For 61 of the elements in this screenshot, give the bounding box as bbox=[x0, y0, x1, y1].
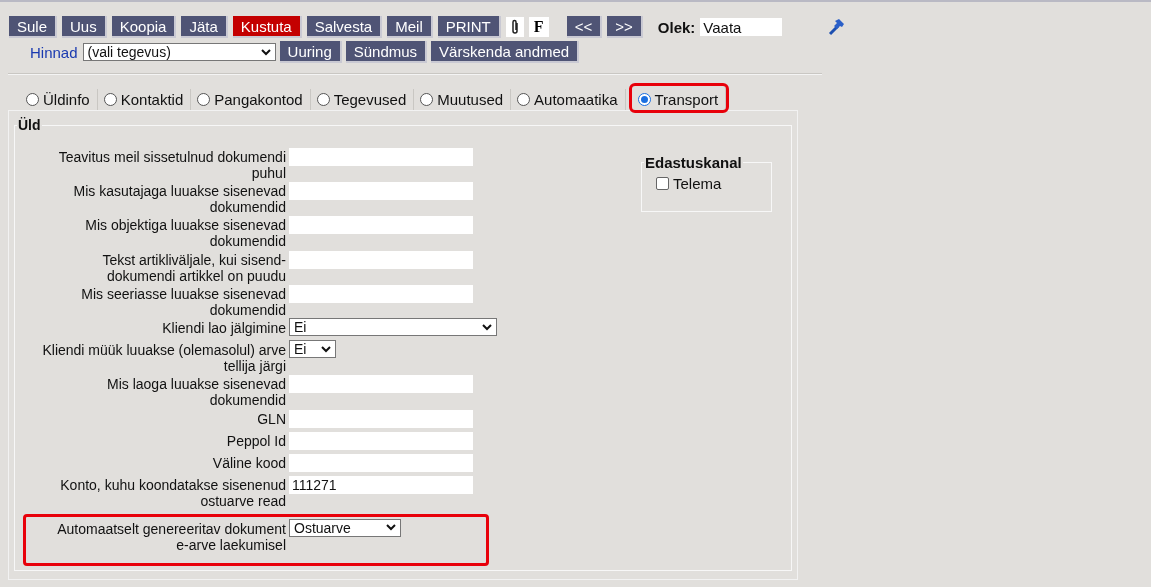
text-field[interactable] bbox=[289, 182, 473, 201]
field-label: Kliendi müük luuakse (olemasolul) arve tellija järgi bbox=[41, 341, 287, 377]
tab[interactable]: Tegevused bbox=[310, 89, 415, 110]
field-label: Mis objektiga luuakse sisenevad dokumendid bbox=[84, 216, 287, 252]
tab[interactable]: Automaatika bbox=[511, 89, 626, 110]
text-field[interactable] bbox=[289, 250, 473, 269]
chevron-down-icon bbox=[386, 524, 396, 532]
toolbar-button[interactable]: Meil bbox=[387, 16, 433, 38]
prices-link[interactable]: Hinnad bbox=[30, 43, 78, 61]
toolbar-button[interactable]: Koopia bbox=[111, 16, 177, 38]
text-field[interactable] bbox=[289, 216, 473, 235]
chevron-down-icon bbox=[482, 323, 492, 331]
nav-button[interactable]: >> bbox=[607, 16, 643, 38]
section-title: Üld bbox=[17, 117, 42, 133]
field-label: Mis laoga luuakse sisenevad dokumendid bbox=[106, 375, 287, 411]
toolbar-button[interactable]: Sule bbox=[9, 16, 58, 38]
dropdown[interactable]: Ei bbox=[289, 340, 336, 359]
text-field[interactable] bbox=[289, 431, 473, 450]
field-label: GLN bbox=[256, 409, 287, 429]
dropdown[interactable]: Ostuarve bbox=[289, 518, 401, 537]
field-label: Mis seeriasse luuakse sisenevad dokumendid bbox=[80, 284, 287, 320]
tab[interactable]: Transport bbox=[631, 86, 727, 110]
nav-button[interactable]: << bbox=[566, 16, 603, 38]
text-field[interactable] bbox=[289, 453, 473, 472]
action-button[interactable]: Uuring bbox=[279, 41, 342, 63]
status-label: Olek: bbox=[657, 18, 696, 36]
status-field[interactable]: Vaata bbox=[700, 18, 783, 36]
dropdown[interactable]: Ei bbox=[289, 318, 497, 337]
toolbar-button[interactable]: Uus bbox=[62, 16, 107, 38]
font-button[interactable]: F bbox=[528, 17, 549, 37]
checkbox[interactable] bbox=[656, 177, 669, 190]
field-label: Tekst artikliväljale, kui sisend-dokumendi artikkel on puudu bbox=[101, 250, 287, 286]
action-button[interactable]: Värskenda andmed bbox=[431, 41, 580, 63]
toolbar-button[interactable]: Salvesta bbox=[306, 16, 383, 38]
field-label: Automaatselt genereeritav dokument e-arve laekumisel bbox=[56, 519, 287, 555]
field-label: Kliendi lao jälgimine bbox=[161, 319, 287, 339]
hammer-icon[interactable] bbox=[826, 17, 847, 37]
field-label: Konto, kuhu koondatakse sisenenud ostuarve read bbox=[59, 475, 287, 511]
field-label: Teavitus meil sissetulnud dokumendi puhul bbox=[57, 148, 287, 183]
toolbar-button[interactable]: Jäta bbox=[181, 16, 228, 38]
paperclip-icon[interactable] bbox=[505, 17, 524, 37]
field-label: Peppol Id bbox=[225, 431, 287, 451]
channel-title: Edastuskanal bbox=[644, 154, 743, 171]
toolbar-button[interactable]: Kustuta bbox=[232, 16, 302, 38]
chevron-down-icon bbox=[260, 48, 271, 56]
field-label: Väline kood bbox=[211, 453, 287, 473]
toolbar-button[interactable]: PRINT bbox=[437, 16, 501, 38]
tab[interactable]: Üldinfo bbox=[20, 89, 98, 110]
action-button[interactable]: Sündmus bbox=[345, 41, 428, 63]
text-field[interactable]: 111271 bbox=[289, 475, 473, 494]
field-label: Mis kasutajaga luuakse sisenevad dokumendid bbox=[72, 182, 287, 218]
checkbox-label: Telema bbox=[673, 175, 722, 192]
chevron-down-icon bbox=[321, 345, 331, 353]
text-field[interactable] bbox=[289, 148, 473, 166]
text-field[interactable] bbox=[289, 409, 473, 428]
tab[interactable]: Pangakontod bbox=[191, 89, 311, 110]
text-field[interactable] bbox=[289, 375, 473, 394]
tab[interactable]: Kontaktid bbox=[97, 89, 192, 110]
text-field[interactable] bbox=[289, 284, 473, 303]
action-select[interactable]: (vali tegevus) bbox=[82, 43, 276, 61]
tab[interactable]: Muutused bbox=[414, 89, 512, 110]
